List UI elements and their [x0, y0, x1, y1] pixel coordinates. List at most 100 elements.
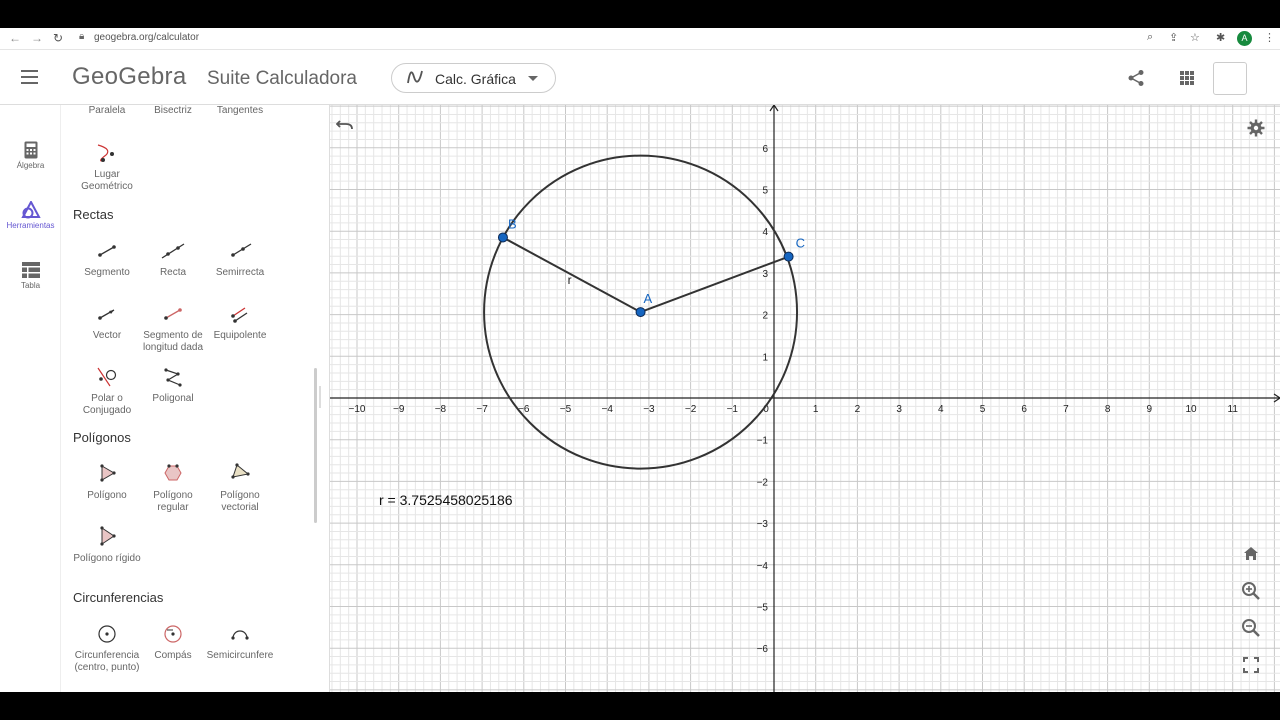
x-tick-label: 4 — [938, 404, 944, 415]
calculator-icon — [0, 139, 61, 161]
y-tick-label: 1 — [762, 352, 768, 363]
back-icon[interactable]: ← — [9, 31, 21, 45]
lock-icon[interactable]: 🔒︎ — [79, 31, 84, 42]
rigid-polygon-tool-icon — [100, 526, 116, 546]
tool-circunferencia-centro-punto[interactable]: Circunferencia (centro, punto) — [72, 622, 142, 674]
gear-icon[interactable] — [1247, 119, 1265, 137]
fullscreen-icon[interactable] — [1239, 653, 1263, 677]
sign-in-avatar[interactable] — [1213, 62, 1247, 95]
x-tick-label: −6 — [518, 404, 530, 415]
tool-label: Lugar Geométrico — [81, 169, 133, 192]
locus-tool-icon — [97, 144, 114, 162]
x-tick-label: 3 — [896, 404, 902, 415]
x-tick-label: −4 — [601, 404, 613, 415]
share-icon[interactable] — [1127, 69, 1145, 87]
vector-polygon-tool-icon — [231, 463, 250, 479]
app-selector-dropdown[interactable]: Calc. Gráfica — [391, 63, 556, 93]
point-c[interactable] — [783, 251, 794, 262]
x-tick-label: −7 — [476, 404, 488, 415]
x-tick-label: 7 — [1063, 404, 1069, 415]
x-tick-label: −5 — [560, 404, 572, 415]
tool-compas[interactable]: Compás — [138, 622, 208, 662]
x-tick-label: 10 — [1185, 404, 1197, 415]
rail-item-herramientas[interactable]: Herramientas — [0, 199, 61, 230]
point-b[interactable] — [497, 232, 508, 243]
tool-label: Vector — [92, 330, 122, 341]
tool-poligonal[interactable]: Poligonal — [138, 365, 208, 405]
point-a[interactable] — [635, 307, 646, 318]
geogebra-logo: GeoGebra — [72, 63, 187, 90]
tool-poligono-rigido[interactable]: Polígono rígido — [72, 525, 142, 565]
tool-semirrecta[interactable]: Semirrecta — [205, 239, 275, 279]
zoom-in-icon[interactable] — [1239, 579, 1263, 603]
tool-label: Semicircunfere — [206, 650, 274, 661]
semicircle-tool-icon — [231, 630, 249, 640]
vector-from-point-tool-icon — [231, 307, 248, 323]
screen-bottom-bar — [0, 692, 1280, 720]
tool-semicircunferencia[interactable]: Semicircunfere — [205, 622, 275, 662]
x-tick-label: −3 — [643, 404, 655, 415]
app-selector-label: Calc. Gráfica — [435, 71, 516, 87]
hamburger-menu-icon[interactable] — [21, 70, 38, 84]
tool-recta[interactable]: Recta — [138, 239, 208, 279]
x-tick-label: −10 — [349, 404, 366, 415]
tool-label: Polar o Conjugado — [82, 393, 132, 416]
radius-label: r — [568, 273, 572, 287]
polar-tool-icon — [97, 367, 117, 387]
x-tick-label: 5 — [980, 404, 986, 415]
address-bar[interactable]: geogebra.org/calculator — [94, 32, 199, 43]
tool-vector[interactable]: Vector — [72, 302, 142, 342]
tool-paralela[interactable]: Paralela — [72, 105, 142, 117]
tool-label: Paralela — [88, 105, 126, 116]
app-header: GeoGebra Suite Calculadora Calc. Gráfica — [0, 50, 1280, 105]
tool-polar[interactable]: Polar o Conjugado — [72, 365, 142, 417]
tool-segmento-longitud[interactable]: Segmento de longitud dada — [138, 302, 208, 354]
rail-item-algebra[interactable]: Álgebra — [0, 139, 61, 170]
x-tick-label: 6 — [1021, 404, 1027, 415]
chevron-down-icon — [528, 76, 538, 81]
regular-polygon-tool-icon — [164, 464, 182, 481]
tool-segmento[interactable]: Segmento — [72, 239, 142, 279]
tool-label: Circunferencia (centro, punto) — [74, 650, 140, 673]
tool-poligono-regular[interactable]: Polígono regular — [138, 462, 208, 514]
zoom-icon[interactable]: ⌕ — [1147, 31, 1153, 44]
browser-menu-icon[interactable]: ⋮ — [1264, 31, 1275, 44]
section-circunferencias: Circunferencias — [73, 590, 164, 605]
tool-equipolente[interactable]: Equipolente — [205, 302, 275, 342]
tool-label: Equipolente — [213, 330, 267, 341]
compass-tool-icon — [164, 625, 182, 643]
y-tick-label: −6 — [757, 644, 769, 655]
extensions-icon[interactable]: ✱ — [1216, 31, 1225, 44]
tool-bisectriz[interactable]: Bisectriz — [138, 105, 208, 117]
ray-tool-icon — [231, 243, 252, 257]
share-page-icon[interactable]: ⇪ — [1169, 31, 1178, 44]
graphics-canvas[interactable]: −10 −9 −8 −7 −6 −5 −4 −3 −2 −1 0 1 2 3 4 5 6 7 8 9 10 1165432… — [330, 105, 1280, 692]
y-tick-label: −5 — [757, 603, 769, 614]
y-tick-label: −2 — [757, 477, 769, 488]
segment-length-tool-icon — [164, 308, 182, 320]
tool-label: Recta — [159, 267, 187, 278]
zoom-out-icon[interactable] — [1239, 616, 1263, 640]
tools-icon — [0, 199, 61, 221]
panel-resize-handle[interactable] — [319, 386, 321, 408]
y-tick-label: 5 — [762, 186, 768, 197]
rail-item-label: Herramientas — [6, 221, 55, 230]
tool-poligono[interactable]: Polígono — [72, 462, 142, 502]
x-tick-label: 9 — [1147, 404, 1153, 415]
rail-item-tabla[interactable]: Tabla — [0, 259, 61, 290]
apps-grid-icon[interactable] — [1180, 71, 1194, 85]
profile-avatar[interactable]: A — [1237, 31, 1252, 46]
y-tick-label: −3 — [757, 519, 769, 530]
tool-poligono-vectorial[interactable]: Polígono vectorial — [205, 462, 275, 514]
forward-icon[interactable]: → — [31, 31, 43, 45]
line-tool-icon — [161, 243, 185, 259]
reload-icon[interactable]: ↻ — [53, 31, 63, 45]
tool-tangentes[interactable]: Tangentes — [205, 105, 275, 117]
graphics-view[interactable]: −10 −9 −8 −7 −6 −5 −4 −3 −2 −1 0 1 2 3 4 5 6 7 8 9 10 11 6 5 4 3 2… — [330, 105, 1280, 692]
bookmark-star-icon[interactable]: ☆ — [1190, 31, 1200, 44]
tool-lugar-geometrico[interactable]: Lugar Geométrico — [72, 141, 142, 193]
tools-panel-scrollbar[interactable] — [314, 368, 317, 523]
home-icon[interactable] — [1239, 542, 1263, 566]
undo-icon[interactable] — [335, 116, 354, 132]
tool-label: Poligonal — [152, 393, 194, 404]
